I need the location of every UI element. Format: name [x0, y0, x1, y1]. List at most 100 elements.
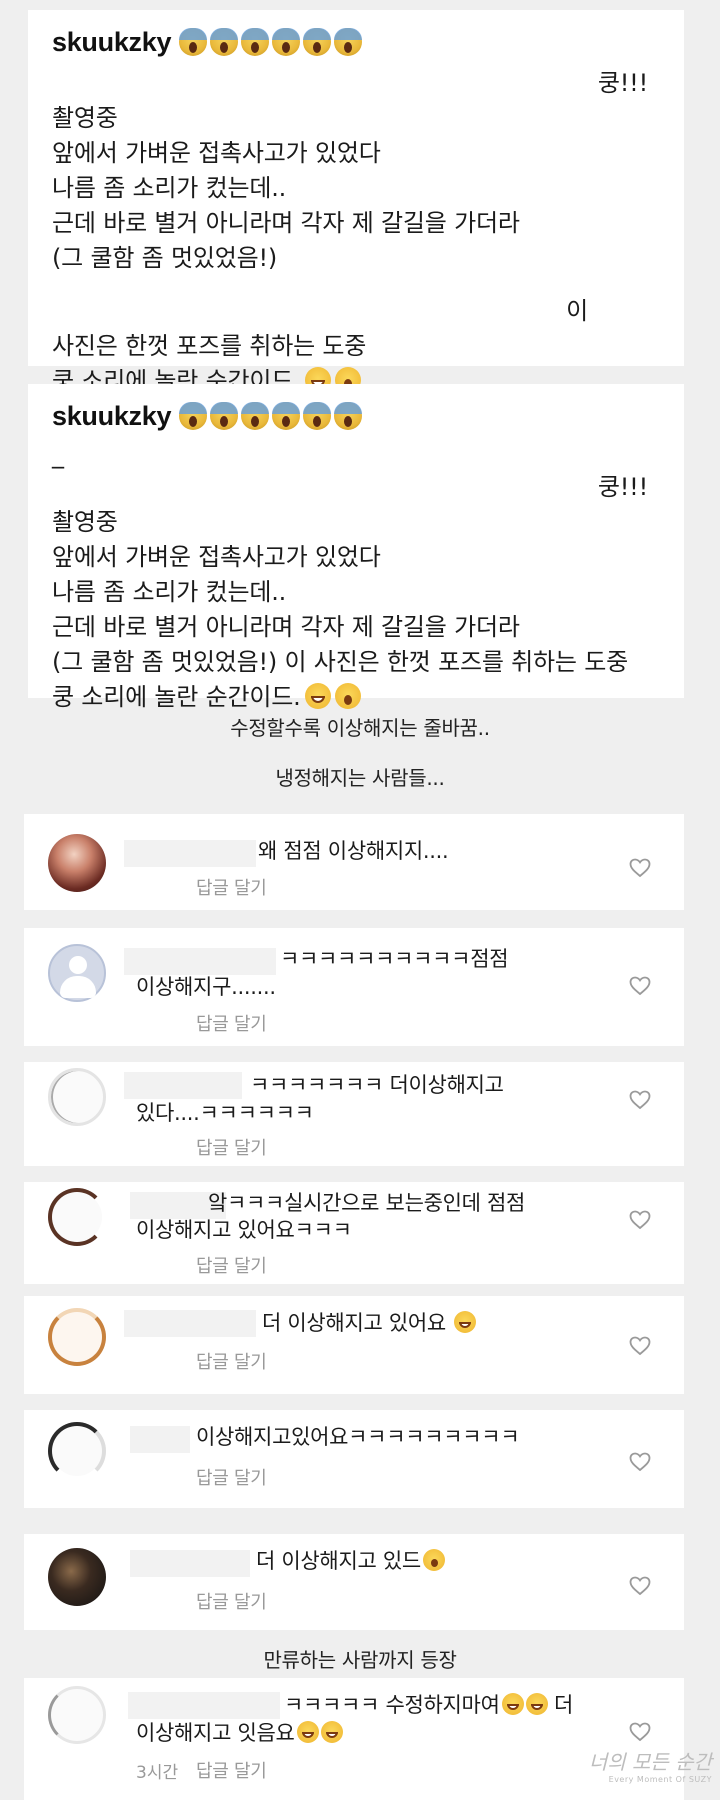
- avatar[interactable]: [48, 944, 106, 1002]
- scream-emoji-icon: [334, 402, 363, 430]
- post-line: _: [52, 441, 64, 469]
- comment-card: ㅋㅋㅋㅋㅋ 수정하지마여 더 이상해지고 잇음요 3시간 답글 달기: [24, 1678, 684, 1800]
- reply-link[interactable]: 답글 달기: [196, 1757, 267, 1783]
- caption-text: 만류하는 사람까지 등장: [263, 1648, 457, 1672]
- heart-icon[interactable]: [629, 1336, 651, 1356]
- laughing-emoji-icon: [454, 1311, 477, 1333]
- heart-icon[interactable]: [629, 976, 651, 996]
- post-line: 근데 바로 별거 아니라며 각자 제 갈길을 가더라: [52, 613, 520, 641]
- post-header: skuukzky: [52, 392, 660, 440]
- reply-link[interactable]: 답글 달기: [196, 1348, 267, 1374]
- scream-emoji-icon: [210, 402, 239, 430]
- post-line: 촬영중: [52, 104, 118, 132]
- reply-link[interactable]: 답글 달기: [196, 874, 267, 900]
- comment-text: 이상해지구.......: [136, 975, 276, 999]
- comment-text-value: 이상해지고 잇음요: [136, 1721, 295, 1745]
- username[interactable]: skuukzky: [52, 27, 171, 58]
- post-header: skuukzky: [52, 18, 660, 66]
- post-line: (그 쿨함 좀 멋있었음!): [52, 244, 278, 272]
- heart-icon[interactable]: [629, 1722, 651, 1742]
- comment-text: 왜 점점 이상해지지....: [258, 839, 449, 863]
- post-line-text: 쿵 소리에 놀란 순간이드.: [52, 683, 301, 711]
- redacted-username: [130, 1550, 250, 1577]
- reply-link[interactable]: 답글 달기: [196, 1134, 267, 1160]
- emoji-row: [179, 28, 363, 56]
- redacted-username: [130, 1426, 190, 1453]
- post-line: 이: [566, 297, 588, 325]
- comment-text: 이상해지고 있어요ㅋㅋㅋ: [136, 1218, 352, 1242]
- laughing-emoji-icon: [501, 1693, 524, 1715]
- scream-emoji-icon: [179, 28, 208, 56]
- post-line: 사진은 한껏 포즈를 취하는 도중: [52, 332, 367, 360]
- post-line: 쿵!!!: [597, 473, 648, 501]
- scream-emoji-icon: [241, 28, 270, 56]
- redacted-username: [128, 1692, 280, 1719]
- heart-icon[interactable]: [629, 1452, 651, 1472]
- laughing-emoji-icon: [525, 1693, 548, 1715]
- post-line: 나름 좀 소리가 컸는데..: [52, 174, 287, 202]
- comment-text: 앜ㅋㅋㅋ실시간으로 보는중인데 점점: [208, 1191, 526, 1215]
- redacted-username: [124, 1072, 242, 1099]
- comment-timestamp: 3시간: [136, 1763, 179, 1783]
- laughing-emoji-icon: [296, 1721, 319, 1743]
- comment-card: 앜ㅋㅋㅋ실시간으로 보는중인데 점점 이상해지고 있어요ㅋㅋㅋ 답글 달기: [24, 1182, 684, 1284]
- emoji-row: [179, 402, 363, 430]
- avatar[interactable]: [48, 1548, 106, 1606]
- avatar[interactable]: [48, 1068, 106, 1126]
- reply-link[interactable]: 답글 달기: [196, 1010, 267, 1036]
- comment-card: 왜 점점 이상해지지.... 답글 달기: [24, 814, 684, 910]
- caption-post-1: skuukzky 쿵!!! 촬영중 앞에서 가벼운 접촉사고가 있었다 나름 좀…: [28, 10, 684, 395]
- scream-emoji-icon: [334, 28, 363, 56]
- scream-emoji-icon: [272, 402, 301, 430]
- scream-emoji-icon: [179, 402, 208, 430]
- redacted-username: [124, 948, 276, 975]
- laughing-emoji-icon: [304, 683, 331, 709]
- comment-card: 이상해지고있어요ㅋㅋㅋㅋㅋㅋㅋㅋㅋ 답글 달기: [24, 1410, 684, 1508]
- scream-emoji-icon: [303, 402, 332, 430]
- reply-link[interactable]: 답글 달기: [196, 1588, 267, 1614]
- heart-icon[interactable]: [629, 1576, 651, 1596]
- caption-text: 냉정해지는 사람들...: [275, 766, 445, 790]
- watermark-subtext: Every Moment Of SUZY: [608, 1775, 712, 1784]
- shocked-emoji-icon: [334, 683, 361, 709]
- comment-text-value: 더 이상해지고 있드: [256, 1549, 421, 1573]
- comment-text: 더 이상해지고 있드: [256, 1548, 445, 1575]
- comment-text: 더 이상해지고 있어요: [262, 1310, 477, 1337]
- post-line: 앞에서 가벼운 접촉사고가 있었다: [52, 139, 381, 167]
- redacted-username: [124, 1310, 256, 1337]
- comment-card: ㅋㅋㅋㅋㅋㅋㅋ 더이상해지고 있다....ㅋㅋㅋㅋㅋㅋ 답글 달기: [24, 1062, 684, 1166]
- reply-link[interactable]: 답글 달기: [196, 1252, 267, 1278]
- comment-text: ㅋㅋㅋㅋㅋ 수정하지마여 더: [284, 1692, 573, 1719]
- heart-icon[interactable]: [629, 1210, 651, 1230]
- watermark: 너의 모든 순간 Every Moment Of SUZY: [589, 1746, 712, 1784]
- comment-card: ㅋㅋㅋㅋㅋㅋㅋㅋㅋㅋ점점 이상해지구....... 답글 달기: [24, 928, 684, 1046]
- comment-text: ㅋㅋㅋㅋㅋㅋㅋㅋㅋㅋ점점: [280, 947, 509, 971]
- post-line: 쿵!!!: [597, 69, 648, 97]
- avatar[interactable]: [48, 834, 106, 892]
- comment-text-value: 더: [554, 1693, 574, 1717]
- post-line: 쿵 소리에 놀란 순간이드.: [52, 680, 660, 715]
- surprised-emoji-icon: [422, 1549, 445, 1571]
- watermark-text: 너의 모든 순간: [588, 1750, 712, 1774]
- comment-card: 더 이상해지고 있드 답글 달기: [24, 1534, 684, 1630]
- post-line: 앞에서 가벼운 접촉사고가 있었다: [52, 543, 381, 571]
- avatar[interactable]: [48, 1188, 106, 1246]
- scream-emoji-icon: [272, 28, 301, 56]
- post-line: 근데 바로 별거 아니라며 각자 제 갈길을 가더라: [52, 209, 520, 237]
- username[interactable]: skuukzky: [52, 401, 171, 432]
- heart-icon[interactable]: [629, 1090, 651, 1110]
- comment-text-value: ㅋㅋㅋㅋㅋ 수정하지마여: [284, 1693, 500, 1717]
- comment-text-value: 더 이상해지고 있어요: [262, 1311, 446, 1335]
- avatar[interactable]: [48, 1308, 106, 1366]
- redacted-username: [124, 840, 256, 867]
- scream-emoji-icon: [210, 28, 239, 56]
- post-line: (그 쿨함 좀 멋있었음!) 이 사진은 한껏 포즈를 취하는 도중: [52, 648, 628, 676]
- reply-link[interactable]: 답글 달기: [196, 1464, 267, 1490]
- comment-text: 이상해지고있어요ㅋㅋㅋㅋㅋㅋㅋㅋㅋ: [196, 1425, 520, 1449]
- avatar[interactable]: [48, 1686, 106, 1744]
- heart-icon[interactable]: [629, 858, 651, 878]
- avatar[interactable]: [48, 1422, 106, 1480]
- comment-card: 더 이상해지고 있어요 답글 달기: [24, 1296, 684, 1394]
- comment-text: 있다....ㅋㅋㅋㅋㅋㅋ: [136, 1101, 314, 1125]
